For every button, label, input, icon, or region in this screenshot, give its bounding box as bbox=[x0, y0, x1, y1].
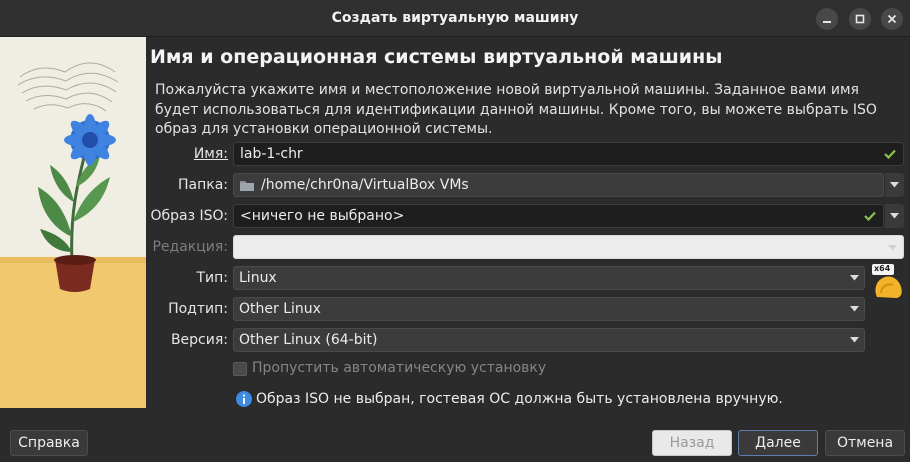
info-icon bbox=[236, 391, 252, 407]
close-button[interactable] bbox=[881, 8, 903, 30]
chevron-down-icon bbox=[890, 213, 899, 219]
version-label: Версия: bbox=[170, 332, 228, 348]
valid-check-icon bbox=[864, 211, 876, 221]
os-type-icon: x64 bbox=[871, 263, 905, 299]
close-icon bbox=[887, 14, 897, 24]
info-message: Образ ISO не выбран, гостевая ОС должна … bbox=[256, 391, 783, 407]
page-heading: Имя и операционная системы виртуальной м… bbox=[150, 46, 723, 68]
edition-label: Редакция: bbox=[152, 239, 228, 255]
cancel-button[interactable]: Отмена bbox=[825, 430, 905, 456]
name-label: Имя: bbox=[193, 146, 228, 162]
divider bbox=[0, 408, 910, 409]
minimize-icon bbox=[823, 21, 831, 23]
iso-selector[interactable]: <ничего не выбрано> bbox=[233, 204, 884, 228]
folder-label: Папка: bbox=[177, 177, 228, 193]
valid-check-icon bbox=[884, 149, 896, 159]
iso-value: <ничего не выбрано> bbox=[240, 208, 405, 224]
chevron-down-icon bbox=[890, 182, 899, 188]
iso-label: Образ ISO: bbox=[150, 208, 228, 224]
edition-select bbox=[233, 235, 904, 259]
folder-icon bbox=[240, 181, 254, 191]
flower-pot-illustration bbox=[0, 37, 146, 408]
chevron-down-icon bbox=[850, 337, 859, 343]
subtype-label: Подтип: bbox=[168, 301, 228, 317]
page-description: Пожалуйста укажите имя и местоположение … bbox=[155, 82, 877, 137]
chevron-down-icon bbox=[888, 245, 897, 251]
os-arch-badge: x64 bbox=[874, 264, 891, 273]
maximize-button[interactable] bbox=[849, 8, 871, 30]
chevron-down-icon bbox=[850, 306, 859, 312]
title-bar: Создать виртуальную машину bbox=[0, 0, 910, 37]
name-value: lab-1-chr bbox=[240, 146, 303, 162]
version-value: Other Linux (64-bit) bbox=[239, 332, 378, 348]
next-button[interactable]: Далее bbox=[738, 430, 818, 456]
folder-dropdown-button[interactable] bbox=[884, 173, 904, 197]
window-title: Создать виртуальную машину bbox=[331, 10, 579, 26]
subtype-value: Other Linux bbox=[239, 301, 321, 317]
chevron-down-icon bbox=[850, 275, 859, 281]
folder-value: /home/chr0na/VirtualBox VMs bbox=[261, 177, 469, 193]
type-value: Linux bbox=[239, 270, 277, 286]
type-select[interactable]: Linux bbox=[233, 266, 865, 290]
skip-unattended-label: Пропустить автоматическую установку bbox=[252, 360, 547, 376]
iso-dropdown-button[interactable] bbox=[884, 204, 904, 228]
help-button[interactable]: Справка bbox=[10, 430, 88, 456]
skip-unattended-checkbox[interactable] bbox=[233, 362, 247, 376]
minimize-button[interactable] bbox=[816, 8, 838, 30]
folder-selector[interactable]: /home/chr0na/VirtualBox VMs bbox=[233, 173, 884, 197]
subtype-select[interactable]: Other Linux bbox=[233, 297, 865, 321]
maximize-icon bbox=[855, 14, 865, 24]
back-button[interactable]: Назад bbox=[652, 430, 732, 456]
version-select[interactable]: Other Linux (64-bit) bbox=[233, 328, 865, 352]
type-label: Тип: bbox=[196, 270, 228, 286]
name-input[interactable]: lab-1-chr bbox=[233, 142, 904, 166]
wizard-illustration bbox=[0, 37, 146, 408]
